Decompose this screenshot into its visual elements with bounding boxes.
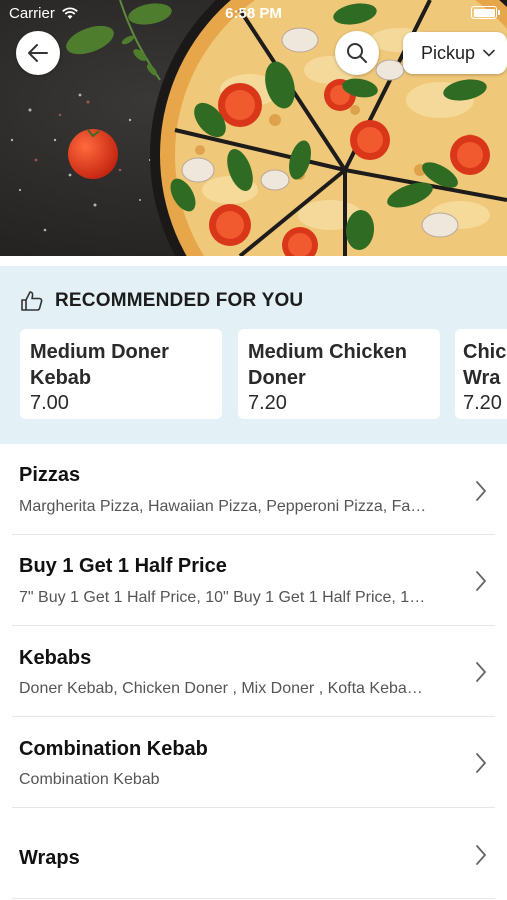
search-icon (347, 43, 367, 63)
chevron-right-icon (476, 662, 487, 682)
recommended-item-name: Wra (463, 367, 501, 389)
chevron-right-icon (476, 571, 487, 591)
recommended-card[interactable]: Medium Doner Kebab 7.00 (20, 329, 222, 419)
search-button[interactable] (335, 31, 379, 75)
divider (12, 898, 495, 899)
recommended-item-name: Medium Doner (30, 341, 169, 363)
chevron-down-icon (483, 49, 495, 57)
category-row-wraps[interactable]: Wraps (0, 808, 507, 899)
hero-image: Carrier 6:58 PM Pickup (0, 0, 507, 256)
category-title: Kebabs (19, 647, 92, 669)
recommended-item-name: Kebab (30, 367, 92, 389)
back-button[interactable] (16, 31, 60, 75)
category-row-combination-kebab[interactable]: Combination Kebab Combination Kebab (0, 717, 507, 808)
category-subtitle: 7" Buy 1 Get 1 Half Price, 10" Buy 1 Get… (19, 589, 426, 606)
category-subtitle: Combination Kebab (19, 771, 160, 788)
arrow-left-icon (28, 44, 48, 62)
pickup-label: Pickup (421, 42, 476, 63)
recommended-section: RECOMMENDED FOR YOU Medium Doner Kebab 7… (0, 266, 507, 444)
recommended-card[interactable]: Chic Wra 7.20 (455, 329, 507, 419)
recommended-header: RECOMMENDED FOR YOU (20, 290, 303, 312)
category-title: Combination Kebab (19, 738, 208, 760)
chevron-right-icon (476, 753, 487, 773)
pickup-dropdown[interactable]: Pickup (403, 32, 507, 74)
recommended-item-name: Chic (463, 341, 507, 363)
category-title: Buy 1 Get 1 Half Price (19, 555, 227, 577)
status-time: 6:58 PM (225, 5, 282, 22)
category-row-buy1get1[interactable]: Buy 1 Get 1 Half Price 7" Buy 1 Get 1 Ha… (0, 535, 507, 626)
category-row-kebabs[interactable]: Kebabs Doner Kebab, Chicken Doner , Mix … (0, 626, 507, 717)
status-bar: Carrier 6:58 PM (0, 0, 507, 28)
recommended-card[interactable]: Medium Chicken Doner 7.20 (238, 329, 440, 419)
battery-icon (471, 6, 500, 19)
recommended-item-price: 7.20 (248, 392, 287, 414)
category-row-pizzas[interactable]: Pizzas Margherita Pizza, Hawaiian Pizza,… (0, 444, 507, 535)
chevron-right-icon (476, 481, 487, 501)
recommended-item-name: Medium Chicken (248, 341, 407, 363)
category-title: Pizzas (19, 464, 81, 486)
category-subtitle: Margherita Pizza, Hawaiian Pizza, Pepper… (19, 498, 427, 515)
thumbs-up-icon (21, 291, 43, 311)
recommended-item-price: 7.20 (463, 392, 502, 414)
category-title: Wraps (19, 847, 80, 869)
chevron-right-icon (476, 845, 487, 865)
category-subtitle: Doner Kebab, Chicken Doner , Mix Doner ,… (19, 680, 423, 697)
recommended-title: RECOMMENDED FOR YOU (55, 290, 304, 311)
recommended-item-name: Doner (248, 367, 306, 389)
recommended-item-price: 7.00 (30, 392, 69, 414)
